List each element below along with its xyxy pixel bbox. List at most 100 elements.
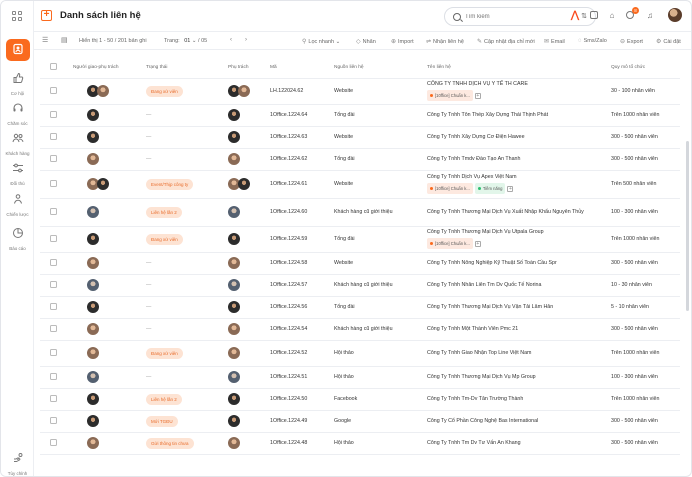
- avatar[interactable]: [87, 109, 99, 121]
- avatar[interactable]: [228, 109, 240, 121]
- row-checkbox[interactable]: [50, 438, 57, 446]
- tag-badge[interactable]: [10ffice] Chuẩn k...: [427, 238, 473, 249]
- avatar[interactable]: [228, 347, 240, 359]
- avatar[interactable]: [238, 85, 250, 97]
- row-checkbox[interactable]: [50, 280, 57, 288]
- avatar[interactable]: [87, 301, 99, 313]
- next-page-icon[interactable]: ›: [245, 37, 247, 43]
- add-tag-button[interactable]: +: [474, 92, 481, 99]
- code-cell[interactable]: 1Office.1224.48: [267, 432, 331, 455]
- row-checkbox[interactable]: [50, 132, 57, 140]
- avatar[interactable]: [228, 206, 240, 218]
- row-checkbox[interactable]: [50, 86, 57, 94]
- contact-name-link[interactable]: Công Ty Tnhh Tm Dv Tư Vấn An Khang: [427, 440, 608, 447]
- contact-name-link[interactable]: Công Ty Tnhh Nông Nghiệp Kỹ Thuật Số Toà…: [427, 260, 608, 267]
- user-avatar[interactable]: [668, 8, 682, 22]
- status-badge[interactable]: Đang xử viên: [146, 85, 183, 97]
- avatar[interactable]: [228, 131, 240, 143]
- avatar[interactable]: [228, 371, 240, 383]
- contact-name-link[interactable]: Công Ty Tnhh Thương Mại Dịch Vụ Vận Tải …: [427, 304, 608, 311]
- status-badge[interactable]: Liên hệ lần 2: [146, 206, 182, 218]
- row-checkbox[interactable]: [50, 110, 57, 118]
- select-all-checkbox[interactable]: [50, 63, 57, 71]
- sms-zalo-button[interactable]: ◌ Sms/Zalo: [578, 38, 607, 44]
- avatar[interactable]: [97, 178, 109, 190]
- column-header[interactable]: Phụ trách: [225, 58, 267, 79]
- avatar[interactable]: [228, 323, 240, 335]
- add-contact-button[interactable]: +: [41, 10, 52, 21]
- column-header[interactable]: Mã: [267, 58, 331, 79]
- avatar[interactable]: [87, 153, 99, 165]
- filter-settings-icon[interactable]: ☰: [42, 36, 48, 44]
- sidebar-item-care[interactable]: Chăm sóc: [1, 101, 34, 126]
- page-select[interactable]: 01: [184, 38, 190, 44]
- sidebar-item-contacts[interactable]: Liên hệ: [1, 39, 34, 67]
- contact-name-link[interactable]: Công Ty Tnhh Thương Mại Dịch Vụ Mp Group: [427, 374, 608, 381]
- code-cell[interactable]: 1Office.1224.57: [267, 274, 331, 297]
- code-cell[interactable]: 1Office.1224.56: [267, 296, 331, 319]
- column-header[interactable]: Quy mô tổ chức: [608, 58, 680, 79]
- status-badge[interactable]: Đang xử viên: [146, 347, 183, 359]
- code-cell[interactable]: 1Office.1224.52: [267, 340, 331, 367]
- sidebar-item-competitors[interactable]: Đối thủ: [1, 161, 34, 186]
- row-checkbox[interactable]: [50, 416, 57, 424]
- avatar[interactable]: [228, 415, 240, 427]
- table-row[interactable]: Liên hệ lần 2 1Office.1224.60 Khách hàng…: [40, 198, 680, 227]
- contact-name-link[interactable]: Công Ty Tnhh Dịch Vụ Apex Việt Nam: [427, 174, 608, 181]
- avatar[interactable]: [228, 233, 240, 245]
- import-button[interactable]: ⊕ Import: [391, 38, 414, 45]
- avatar[interactable]: [228, 153, 240, 165]
- avatar[interactable]: [87, 279, 99, 291]
- table-row[interactable]: Đang xử viên 1Office.1224.52 Hội thảo Cô…: [40, 340, 680, 367]
- table-row[interactable]: — 1Office.1224.64 Tổng đài Công Ty Tnhh …: [40, 104, 680, 127]
- contact-name-link[interactable]: Công Ty Tnhh Giao Nhận Top Line Việt Nam: [427, 350, 608, 357]
- code-cell[interactable]: 1Office.1224.49: [267, 410, 331, 433]
- avatar[interactable]: [87, 233, 99, 245]
- code-cell[interactable]: 1Office.1224.51: [267, 366, 331, 389]
- row-checkbox[interactable]: [50, 372, 57, 380]
- avatar[interactable]: [87, 393, 99, 405]
- row-checkbox[interactable]: [50, 348, 57, 356]
- contact-name-link[interactable]: Công Ty Tnhh Tm-Dv Tân Trường Thành: [427, 396, 608, 403]
- sidebar-item-opportunities[interactable]: Cơ hội: [1, 71, 34, 96]
- avatar[interactable]: [228, 279, 240, 291]
- code-cell[interactable]: 1Office.1224.50: [267, 388, 331, 411]
- avatar[interactable]: [97, 85, 109, 97]
- contact-name-link[interactable]: Công Ty Tnhh Thương Mại Dịch Vụ Utpala G…: [427, 229, 608, 236]
- receive-contact-button[interactable]: ⇌ Nhận liên hệ: [426, 38, 464, 45]
- scrollbar[interactable]: [686, 141, 689, 311]
- inbox-icon[interactable]: 8: [625, 7, 639, 21]
- status-badge[interactable]: Mới TGĐU: [146, 415, 178, 427]
- contact-name-link[interactable]: CÔNG TY TNHH DỊCH VỤ Y TẾ TH CARE: [427, 81, 608, 88]
- avatar[interactable]: [87, 371, 99, 383]
- code-cell[interactable]: 1Office.1224.64: [267, 104, 331, 127]
- home-icon[interactable]: ⌂: [607, 11, 617, 21]
- add-tag-button[interactable]: +: [507, 185, 514, 192]
- columns-icon[interactable]: ▤: [61, 36, 68, 44]
- table-row[interactable]: Đang xử viên 1Office.1224.59 Tổng đài Cô…: [40, 226, 680, 253]
- row-checkbox[interactable]: [50, 258, 57, 266]
- status-badge[interactable]: Gửi thông tin chưa: [146, 437, 194, 449]
- apps-grid-icon[interactable]: [12, 11, 23, 22]
- label-button[interactable]: ◇ Nhãn: [356, 38, 376, 45]
- status-badge[interactable]: Event/Thịp công ty: [146, 178, 194, 190]
- search-input[interactable]: [465, 11, 565, 23]
- contact-name-link[interactable]: Công Ty Tnhh Nhân Liên Tm Dv Quốc Tế Nor…: [427, 282, 608, 289]
- sidebar-item-strategy[interactable]: Chiến lược: [1, 192, 34, 217]
- code-cell[interactable]: 1Office.1224.61: [267, 170, 331, 199]
- avatar[interactable]: [228, 393, 240, 405]
- chevron-down-icon[interactable]: ⌄: [192, 38, 197, 44]
- table-row[interactable]: — 1Office.1224.54 Khách hàng cũ giới thi…: [40, 318, 680, 341]
- table-row[interactable]: — 1Office.1224.56 Tổng đài Công Ty Tnhh …: [40, 296, 680, 319]
- avatar[interactable]: [228, 301, 240, 313]
- code-cell[interactable]: 1Office.1224.63: [267, 126, 331, 149]
- row-checkbox[interactable]: [50, 179, 57, 187]
- tasks-icon[interactable]: [589, 11, 599, 21]
- sidebar-item-reports[interactable]: Báo cáo: [1, 226, 34, 251]
- table-row[interactable]: — 1Office.1224.62 Tổng đài Công Ty Tnhh …: [40, 148, 680, 171]
- column-header[interactable]: Người giao-phụ trách: [70, 58, 143, 79]
- contact-name-link[interactable]: Công Ty Tnhh Một Thành Viên Pmc 21: [427, 326, 608, 333]
- avatar[interactable]: [87, 323, 99, 335]
- bell-icon[interactable]: ♫: [645, 11, 655, 21]
- code-cell[interactable]: 1Office.1224.54: [267, 318, 331, 341]
